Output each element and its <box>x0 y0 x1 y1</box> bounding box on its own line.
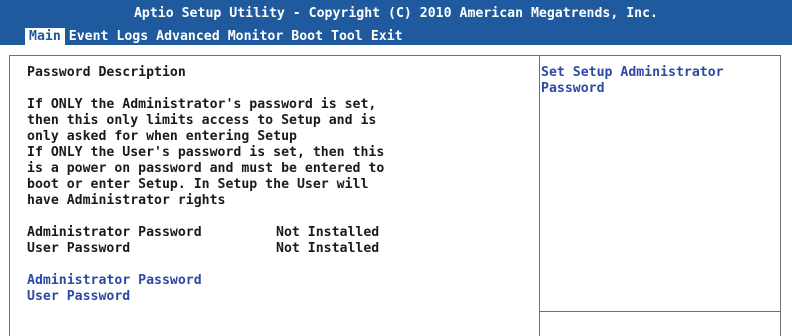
menu-tab-tool[interactable]: Tool <box>327 28 367 45</box>
menu-tab-boot[interactable]: Boot <box>287 28 327 45</box>
status-value: Not Installed <box>276 225 380 240</box>
help-text-line: Set Setup Administrator <box>541 65 724 80</box>
menu-tab-exit[interactable]: Exit <box>367 28 407 45</box>
status-row-user-password: User Password Not Installed <box>27 241 532 257</box>
description-line: If ONLY the User's password is set, then… <box>27 145 385 160</box>
user-password-option[interactable]: User Password <box>27 289 532 305</box>
status-row-admin-password: Administrator Password Not Installed <box>27 225 532 241</box>
description-line: boot or enter Setup. In Setup the User w… <box>27 177 369 192</box>
admin-password-option[interactable]: Administrator Password <box>27 273 532 289</box>
status-label: Administrator Password <box>27 225 202 240</box>
status-label: User Password <box>27 241 131 256</box>
menu-tab-advanced[interactable]: Advanced <box>152 28 224 45</box>
description-line: then this only limits access to Setup an… <box>27 113 377 128</box>
menu-tab-event-logs[interactable]: Event Logs <box>65 28 152 45</box>
description-line: only asked for when entering Setup <box>27 129 297 144</box>
settings-panel: Password Description If ONLY the Adminis… <box>27 65 532 305</box>
app-title: Aptio Setup Utility - Copyright (C) 2010… <box>133 6 658 21</box>
description-line: If ONLY the Administrator's password is … <box>27 97 377 112</box>
status-value: Not Installed <box>276 241 380 256</box>
help-divider <box>539 311 781 312</box>
description-line: have Administrator rights <box>27 193 226 208</box>
help-text-line: Password <box>541 81 605 96</box>
panel-divider <box>539 55 540 336</box>
description-line: is a power on password and must be enter… <box>27 161 385 176</box>
menu-tab-monitor[interactable]: Monitor <box>224 28 288 45</box>
menu-tab-main[interactable]: Main <box>25 28 65 45</box>
header-bar: Aptio Setup Utility - Copyright (C) 2010… <box>0 0 792 45</box>
section-heading: Password Description <box>27 65 186 80</box>
menu-bar: Main Event Logs Advanced Monitor Boot To… <box>25 28 407 45</box>
help-panel: Set Setup Administrator Password <box>541 65 773 97</box>
